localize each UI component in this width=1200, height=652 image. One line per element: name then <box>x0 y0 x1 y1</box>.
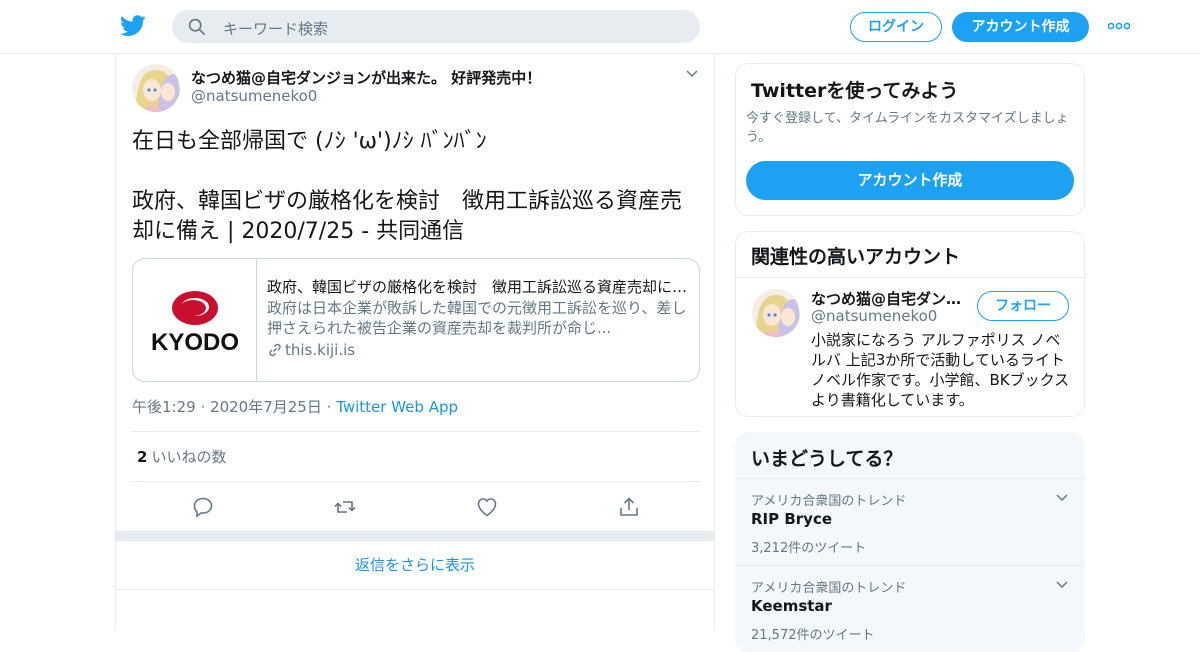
card-thumbnail: KYODO <box>133 259 257 381</box>
tweet-date[interactable]: 2020年7月25日 <box>210 398 322 416</box>
kyodo-logo-text: KYODO <box>151 329 239 356</box>
card-description: 政府は日本企業が敗訴した韓国での元徴用工訴訟を巡り、差し押さえられた被告企業の資… <box>267 299 687 337</box>
link-icon <box>269 343 281 357</box>
signup-button[interactable]: アカウント作成 <box>952 12 1089 42</box>
signup-subtitle: 今すぐ登録して、タイムラインをカスタマイズしましょう。 <box>746 111 1069 145</box>
trend-count: 21,572件のツイート <box>751 628 875 643</box>
trend-context: アメリカ合衆国のトレンド <box>751 494 907 509</box>
divider <box>131 481 700 482</box>
avatar-illustration <box>752 289 800 337</box>
divider <box>131 431 700 432</box>
show-more-replies-link[interactable]: 返信をさらに表示 <box>116 541 714 590</box>
follow-button[interactable]: フォロー <box>977 291 1069 321</box>
avatar[interactable] <box>132 64 180 112</box>
meta-separator: · <box>326 398 332 416</box>
avatar[interactable] <box>752 289 800 337</box>
chevron-down-icon[interactable] <box>1056 494 1068 502</box>
likes-label: いいねの数 <box>151 448 227 466</box>
reply-icon[interactable] <box>191 495 215 519</box>
trend-context: アメリカ合衆国のトレンド <box>751 581 907 596</box>
tweet-meta: 午後1:29 · 2020年7月25日 · Twitter Web App <box>132 396 458 417</box>
author-name[interactable]: なつめ猫@自宅ダンジョンが出来た。 好評発売中！ <box>191 67 541 88</box>
card-domain-row: this.kiji.is <box>267 340 691 360</box>
card-title: 政府、韓国ビザの厳格化を検討 徴用工訴訟巡る資産売却に備え <box>267 278 691 296</box>
like-icon[interactable] <box>475 495 499 519</box>
related-account-bio: 小説家になろう アルファポリス ノベルバ 上記3か所で活動しているライトノベル作… <box>811 331 1070 409</box>
trends-module: いまどうしてる？ アメリカ合衆国のトレンド RIP Bryce 3,212件のツ… <box>735 432 1085 652</box>
related-account-handle[interactable]: @natsumeneko0 <box>811 307 937 325</box>
likes-count: 2 <box>137 448 148 466</box>
search-icon <box>188 18 206 36</box>
signup-module-button[interactable]: アカウント作成 <box>746 161 1074 200</box>
related-account-name[interactable]: なつめ猫@自宅ダンジョンが出来た。 好評発売中！ <box>811 288 971 309</box>
signup-module: Twitterを使ってみよう 今すぐ登録して、タイムラインをカスタマイズしましょ… <box>735 63 1085 216</box>
search-input[interactable]: キーワード検索 <box>223 18 328 39</box>
chevron-down-icon[interactable] <box>1056 581 1068 589</box>
retweet-icon[interactable] <box>333 495 357 519</box>
tweet-time[interactable]: 午後1:29 <box>132 398 196 416</box>
trend-item[interactable]: アメリカ合衆国のトレンド Keemstar 21,572件のツイート <box>736 565 1084 651</box>
top-navigation-bar: キーワード検索 ログイン アカウント作成 <box>0 0 1200 54</box>
trend-count: 3,212件のツイート <box>751 541 867 556</box>
related-title: 関連性の高いアカウント <box>751 246 961 268</box>
more-dots-icon[interactable] <box>1108 19 1130 33</box>
meta-separator: · <box>200 398 206 416</box>
section-gap <box>116 531 714 541</box>
trends-title: いまどうしてる？ <box>751 448 903 470</box>
login-button[interactable]: ログイン <box>850 12 942 42</box>
link-card[interactable]: KYODO 政府、韓国ビザの厳格化を検討 徴用工訴訟巡る資産売却に備え 政府は日… <box>132 258 700 382</box>
tweet-detail: なつめ猫@自宅ダンジョンが出来た。 好評発売中！ @natsumeneko0 在… <box>115 54 715 630</box>
kyodo-logo: KYODO <box>151 291 239 356</box>
chevron-down-icon[interactable] <box>686 70 698 78</box>
divider <box>736 277 1084 278</box>
signup-title: Twitterを使ってみよう <box>751 80 959 102</box>
search-bar[interactable]: キーワード検索 <box>172 10 700 43</box>
trend-item[interactable]: アメリカ合衆国のトレンド RIP Bryce 3,212件のツイート <box>736 478 1084 565</box>
author-handle[interactable]: @natsumeneko0 <box>191 87 317 105</box>
related-accounts-module: 関連性の高いアカウント なつめ猫@自宅ダンジョンが出来た。 好評発売中！ @na… <box>735 231 1085 417</box>
share-icon[interactable] <box>617 495 641 519</box>
likes-stat[interactable]: 2 いいねの数 <box>137 446 226 467</box>
tweet-text: 在日も全部帰国で (ﾉｼ 'ω')ﾉｼ ﾊﾞﾝﾊﾞﾝ 政府、韓国ビザの厳格化を検… <box>132 129 683 244</box>
tweet-source-link[interactable]: Twitter Web App <box>336 398 458 416</box>
avatar-illustration <box>132 64 180 112</box>
twitter-bird-icon[interactable] <box>120 14 146 38</box>
trend-name: RIP Bryce <box>751 510 833 528</box>
trend-name: Keemstar <box>751 597 832 615</box>
card-domain: this.kiji.is <box>285 341 356 359</box>
